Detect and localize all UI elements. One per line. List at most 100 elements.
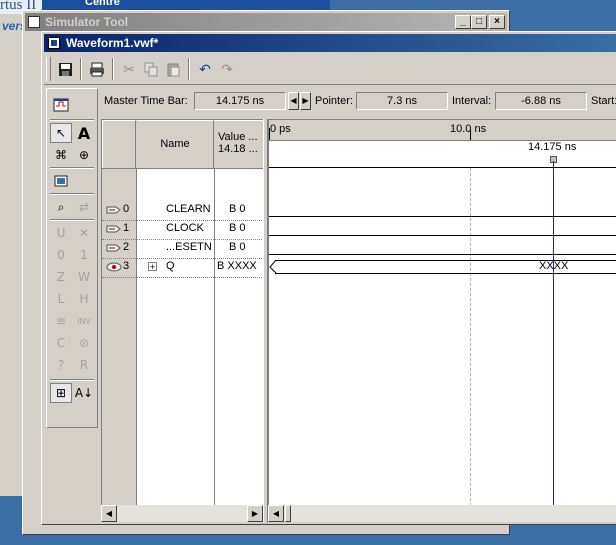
- snap-to-grid-button[interactable]: ⊞: [50, 383, 72, 403]
- index-column-header[interactable]: [102, 120, 136, 168]
- toolbar-separator: [80, 58, 82, 80]
- waveform-trace-resetn[interactable]: [269, 239, 616, 258]
- snap-grid-icon: ⊞: [55, 386, 67, 400]
- unknown-u-icon: U: [56, 226, 66, 240]
- overwrite-clock-button[interactable]: C: [50, 333, 72, 353]
- palette-separator: [50, 167, 94, 169]
- waveform-tools-palette: ↖ A ⌘ ⊕ ⌕ ⇄ U ✕ 0 1 Z W L H ≡ INV C ⊘ ? …: [46, 88, 98, 428]
- invert-value-button[interactable]: INV: [73, 311, 95, 331]
- simulator-tool-titlebar[interactable]: Simulator Tool _ □ ×: [25, 13, 507, 31]
- replace-icon: ⇄: [78, 200, 90, 214]
- signal-index-cell: 2: [102, 239, 136, 257]
- save-button[interactable]: [54, 58, 76, 80]
- triangle-right-icon: ▶: [302, 96, 309, 105]
- master-time-next-button[interactable]: ▶: [300, 92, 311, 110]
- trace-low-line: [269, 254, 616, 255]
- pointer-field: 7.3 ns: [356, 92, 448, 110]
- clock-c-icon: C: [56, 336, 66, 350]
- close-icon: ×: [494, 16, 500, 27]
- waveform-titlebar[interactable]: Waveform1.vwf*: [44, 34, 616, 52]
- waveform-trace-clearn[interactable]: [269, 201, 616, 220]
- master-time-bar-field[interactable]: 14.175 ns: [194, 92, 286, 110]
- full-screen-button[interactable]: [50, 171, 72, 191]
- redo-button[interactable]: ↷: [216, 58, 238, 80]
- toolbar-grip: [46, 57, 51, 81]
- selection-tool-button[interactable]: ↖: [50, 123, 72, 143]
- signal-value: B 0: [229, 241, 246, 253]
- value-column-header[interactable]: Value ... 14.18 ...: [215, 120, 264, 168]
- copy-icon: [144, 62, 157, 76]
- scroll-left-button[interactable]: ◀: [101, 505, 117, 522]
- printer-icon: [90, 62, 104, 76]
- waveform-trace-q[interactable]: XXXX: [269, 258, 616, 277]
- plus-icon: +: [149, 262, 156, 272]
- master-time-prev-button[interactable]: ◀: [288, 92, 299, 110]
- invert-button[interactable]: ≡: [50, 311, 72, 331]
- dont-care-button[interactable]: ✕: [73, 223, 95, 243]
- simulator-tool-maximize-button[interactable]: □: [471, 15, 487, 29]
- signal-pane-hscrollbar[interactable]: ◀ ▶: [101, 505, 263, 522]
- text-tool-button[interactable]: A: [73, 123, 95, 143]
- count-value-button[interactable]: ⊘: [73, 333, 95, 353]
- master-time-cursor-line[interactable]: [553, 161, 554, 506]
- signal-name: CLOCK: [166, 222, 204, 234]
- scroll-right-button[interactable]: ▶: [247, 505, 263, 522]
- scroll-left-button[interactable]: ◀: [268, 505, 284, 522]
- waveform-pane[interactable]: 0 ps 10.0 ns 14.175 ns XXXX: [268, 119, 616, 506]
- input-pin-icon: [106, 225, 121, 233]
- cut-button[interactable]: ✂: [118, 58, 140, 80]
- time-ruler[interactable]: 0 ps 10.0 ns: [269, 120, 616, 141]
- paste-button[interactable]: [162, 58, 184, 80]
- table-row[interactable]: 1 CLOCK B 0: [102, 220, 264, 240]
- copy-button[interactable]: [140, 58, 162, 80]
- arbitrary-value-button[interactable]: ?: [50, 355, 72, 375]
- maximize-icon: □: [475, 16, 483, 27]
- signal-name: Q: [166, 260, 175, 272]
- signal-index: 1: [123, 222, 130, 234]
- palette-separator: [50, 379, 94, 381]
- dont-care-x-icon: ✕: [78, 226, 90, 240]
- save-icon: [58, 62, 72, 76]
- unknown-value-button[interactable]: U: [50, 223, 72, 243]
- trace-low-line: [269, 216, 616, 217]
- waveform-pane-hscrollbar[interactable]: ◀: [268, 505, 616, 522]
- undo-icon: ↶: [199, 60, 211, 77]
- simulator-tool-close-button[interactable]: ×: [489, 15, 505, 29]
- find-button[interactable]: ⌕: [50, 197, 72, 217]
- expand-bus-button[interactable]: +: [148, 262, 157, 272]
- signal-list-header: Name Value ... 14.18 ...: [102, 120, 264, 169]
- weak-w-icon: W: [78, 270, 90, 284]
- waveform-editor-button[interactable]: [50, 95, 72, 115]
- waveform-editing-tool-button[interactable]: ⌘: [50, 145, 72, 165]
- waveform-edit-icon: ⌘: [55, 148, 67, 162]
- table-row[interactable]: 3 + Q B XXXX: [102, 258, 264, 278]
- ruler-label-10: 10.0 ns: [450, 123, 487, 135]
- waveform-doc-icon-mark: [51, 40, 57, 46]
- forcing-high-button[interactable]: 1: [73, 245, 95, 265]
- waveform-doc-icon: [48, 37, 60, 49]
- waveform-trace-clock[interactable]: [269, 220, 616, 239]
- invert-icon: ≡: [55, 314, 67, 328]
- simulator-tool-minimize-button[interactable]: _: [455, 15, 471, 29]
- signal-value: B XXXX: [217, 260, 257, 272]
- random-value-button[interactable]: R: [73, 355, 95, 375]
- palette-separator: [50, 219, 94, 221]
- high-impedance-button[interactable]: Z: [50, 267, 72, 287]
- table-row[interactable]: 2 ...ESETN B 0: [102, 239, 264, 259]
- table-row[interactable]: 0 CLEARN B 0: [102, 201, 264, 221]
- weak-high-button[interactable]: H: [73, 289, 95, 309]
- print-button[interactable]: [86, 58, 108, 80]
- undo-button[interactable]: ↶: [194, 58, 216, 80]
- replace-button[interactable]: ⇄: [73, 197, 95, 217]
- scroll-thumb[interactable]: [285, 505, 291, 522]
- weak-low-button[interactable]: L: [50, 289, 72, 309]
- sort-button[interactable]: A↓: [73, 383, 95, 403]
- minimize-icon: _: [460, 16, 466, 27]
- weak-unknown-button[interactable]: W: [73, 267, 95, 287]
- signal-value: B 0: [229, 222, 246, 234]
- zoom-tool-button[interactable]: ⊕: [73, 145, 95, 165]
- forcing-low-0-icon: 0: [57, 248, 65, 262]
- forcing-low-button[interactable]: 0: [50, 245, 72, 265]
- name-column-header[interactable]: Name: [137, 120, 214, 168]
- master-time-cursor-label: 14.175 ns: [528, 141, 577, 153]
